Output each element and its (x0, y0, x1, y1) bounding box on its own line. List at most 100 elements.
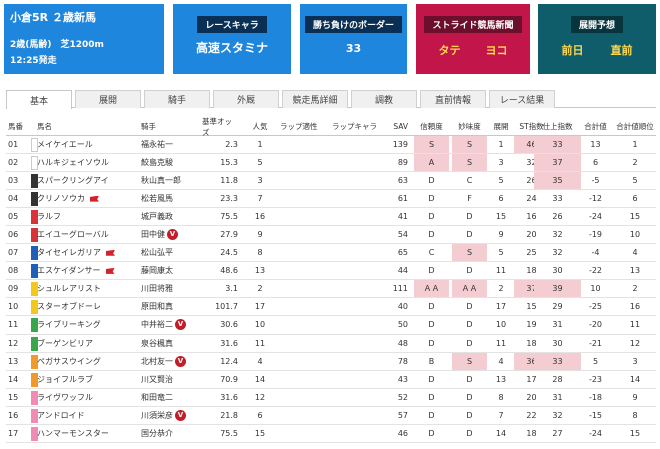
cell-jockey[interactable]: 田中健 V (141, 226, 196, 243)
table-row[interactable]: 01 メイケイエール 福永祐一 2.3 1 139 S S 1 46 33 13 1 (6, 136, 656, 155)
cell-rank: 2 (616, 154, 654, 171)
tab-7[interactable]: レース結果 (489, 90, 555, 108)
cell-jockey[interactable]: 北村友一 V (141, 353, 196, 370)
border-card[interactable]: 勝ち負けのボーダー 33 (300, 4, 407, 74)
table-row[interactable]: 05 ラルフ 城戸義政 75.5 16 41 D D 15 16 26 -24 15 (6, 208, 656, 227)
tab-5[interactable]: 調教 (351, 90, 417, 108)
cell-shiage: 27 (534, 425, 581, 442)
cell-name[interactable]: タイセイレガリア (37, 244, 132, 261)
cell-trust: D (414, 371, 449, 388)
cell-trust: D (414, 298, 449, 315)
tab-4[interactable]: 競走馬詳細 (282, 90, 348, 108)
cell-jockey[interactable]: 松若風馬 (141, 190, 196, 207)
tenkai-chokuzen-link[interactable]: 直前 (611, 42, 633, 58)
table-row[interactable]: 10 スターオブドーレ 原田和真 101.7 17 40 D D 17 15 29 -25 16 (6, 298, 656, 317)
cell-jockey[interactable]: 福永祐一 (141, 136, 196, 153)
cell-name[interactable]: メイケイエール (37, 136, 132, 153)
column-header[interactable]: 合計値順位 (616, 118, 654, 135)
column-header[interactable]: 仕上指数 (534, 118, 581, 135)
cell-jockey[interactable]: 城戸義政 (141, 208, 196, 225)
tenkai-zenjitsu-link[interactable]: 前日 (562, 42, 584, 58)
column-header[interactable]: SAV (390, 118, 408, 135)
tab-0[interactable]: 基本 (6, 90, 72, 109)
cell-jockey[interactable]: 鮫島克駿 (141, 154, 196, 171)
cell-jockey[interactable]: 松山弘平 (141, 244, 196, 261)
cell-jockey[interactable]: 川須栄彦 V (141, 407, 196, 424)
cell-jockey[interactable]: 川又賢治 (141, 371, 196, 388)
table-row[interactable]: 14 ジョイフルラブ 川又賢治 70.9 14 43 D D 13 17 28 -23 14 (6, 371, 656, 389)
table-row[interactable]: 17 ハンマーモンスター 国分恭介 75.5 15 46 D D 14 18 27 -24 15 (6, 425, 656, 443)
cell-name[interactable]: ブーゲンビリア (37, 335, 132, 352)
cell-name[interactable]: エイユーグローバル (37, 226, 132, 243)
rank-text: 4 (632, 248, 638, 258)
cell-name[interactable]: アンドロイド (37, 407, 132, 424)
column-header[interactable]: 馬番 (8, 118, 30, 135)
table-row[interactable]: 16 アンドロイド 川須栄彦 V 21.8 6 57 D D 7 22 32 -15 8 (6, 407, 656, 425)
column-header[interactable]: 騎手 (141, 118, 196, 135)
cell-jockey[interactable]: 川田将雅 (141, 280, 196, 297)
tab-3[interactable]: 外厩 (213, 90, 279, 108)
cell-jockey[interactable]: 和田竜二 (141, 389, 196, 406)
column-header[interactable]: 信頼度 (414, 118, 449, 135)
cell-name[interactable]: クリノソウカ (37, 190, 132, 207)
tab-1[interactable]: 展開 (75, 90, 141, 108)
cell-total: -4 (583, 244, 608, 261)
race-chara-card[interactable]: レースキャラ 高速スタミナ (173, 4, 291, 74)
table-row[interactable]: 09 シュルレアリスト 川田将雅 3.1 2 111 ＡＡ ＡＡ 2 37 39 10 2 (6, 280, 656, 299)
cell-tenkai: 3 (490, 154, 512, 171)
cell-name[interactable]: ラルフ (37, 208, 132, 225)
tenkai-text: 5 (498, 248, 504, 258)
cell-name[interactable]: ハンマーモンスター (37, 425, 132, 442)
cell-jockey[interactable]: 藤岡康太 (141, 262, 196, 279)
cell-name[interactable]: エスケイダンサー (37, 262, 132, 279)
tab-6[interactable]: 直前情報 (420, 90, 486, 108)
rank-text: 6 (632, 194, 638, 204)
cell-trust: C (414, 244, 449, 261)
cell-jockey[interactable]: 原田和真 (141, 298, 196, 315)
tenkai-text: 1 (498, 140, 504, 150)
table-row[interactable]: 11 ライブリーキング 中井裕二 V 30.6 10 50 D D 10 19 31 -20 11 (6, 316, 656, 335)
table-row[interactable]: 03 スパークリングアイ 秋山真一郎 11.8 3 63 D C 5 26 35 -5 5 (6, 172, 656, 191)
name-text: エスケイダンサー (37, 266, 101, 276)
cell-jockey[interactable]: 国分恭介 (141, 425, 196, 442)
column-header[interactable]: 展開 (490, 118, 512, 135)
stride-tate-link[interactable]: タテ (439, 42, 461, 58)
table-row[interactable]: 08 エスケイダンサー 藤岡康太 48.6 13 44 D D 11 18 30 -22 13 (6, 262, 656, 281)
table-row[interactable]: 04 クリノソウカ 松若風馬 23.3 7 61 D F 6 24 33 -12 6 (6, 190, 656, 209)
table-row[interactable]: 13 ペガサスウイング 北村友一 V 12.4 4 78 B S 4 36 33 5 3 (6, 352, 656, 371)
stride-yoko-link[interactable]: ヨコ (486, 42, 508, 58)
cell-name[interactable]: ジョイフルラブ (37, 371, 132, 388)
cell-value: D (452, 262, 487, 279)
cell-name[interactable]: スパークリングアイ (37, 172, 132, 189)
cell-name[interactable]: ライブリーキング (37, 316, 132, 333)
column-header[interactable]: ラップ適性 (280, 118, 326, 135)
column-header[interactable]: 合計値 (583, 118, 608, 135)
cell-name[interactable]: シュルレアリスト (37, 280, 132, 297)
cell-jockey[interactable]: 秋山真一郎 (141, 172, 196, 189)
cell-name[interactable]: ライヴワッフル (37, 389, 132, 406)
table-row[interactable]: 15 ライヴワッフル 和田竜二 31.6 12 52 D D 8 20 31 -18 9 (6, 389, 656, 407)
cell-jockey[interactable]: 中井裕二 V (141, 316, 196, 333)
value-text: S (466, 356, 473, 366)
cell-no: 15 (8, 389, 30, 406)
column-header[interactable]: ラップキャラ (332, 118, 382, 135)
table-row[interactable]: 02 ハルキジェイソウル 鮫島克駿 15.3 5 89 A S 3 32 37 6 2 (6, 154, 656, 173)
cell-value: S (452, 154, 487, 172)
pop-text: 17 (254, 302, 266, 312)
tab-2[interactable]: 騎手 (144, 90, 210, 108)
table-row[interactable]: 07 タイセイレガリア 松山弘平 24.5 8 65 C S 5 25 32 -4 4 (6, 244, 656, 263)
trust-text: D (428, 266, 435, 276)
column-header[interactable]: 馬名 (37, 118, 132, 135)
cell-trust: D (414, 425, 449, 442)
cell-name[interactable]: ハルキジェイソウル (37, 154, 132, 171)
cell-shiage: 33 (534, 352, 581, 370)
cell-jockey[interactable]: 泉谷楓真 (141, 335, 196, 352)
cell-name[interactable]: ペガサスウイング (37, 353, 132, 370)
cell-name[interactable]: スターオブドーレ (37, 298, 132, 315)
table-row[interactable]: 06 エイユーグローバル 田中健 V 27.9 9 54 D D 9 20 32 -19 10 (6, 226, 656, 245)
tenkai-text: 17 (495, 302, 507, 312)
column-header[interactable]: 基準オッズ (202, 117, 238, 137)
table-row[interactable]: 12 ブーゲンビリア 泉谷楓真 31.6 11 48 D D 11 18 30 -21 12 (6, 335, 656, 353)
column-header[interactable]: 妙味度 (452, 118, 487, 135)
column-header[interactable]: 人気 (246, 118, 274, 135)
